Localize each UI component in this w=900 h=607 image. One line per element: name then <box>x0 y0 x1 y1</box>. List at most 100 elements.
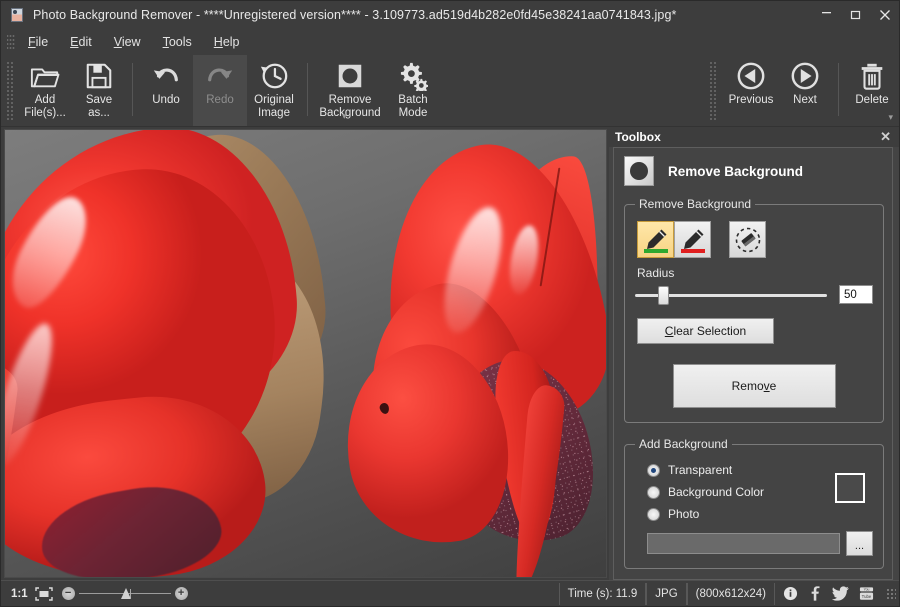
menu-item-file[interactable]: File <box>17 32 59 52</box>
window-controls <box>812 1 899 29</box>
radius-control-row: 50 <box>635 285 873 304</box>
previous-arrow-icon <box>736 61 766 91</box>
youtube-icon[interactable]: You Tube <box>859 586 874 601</box>
menu-item-tools[interactable]: Tools <box>152 32 203 52</box>
option-transparent-label: Transparent <box>668 463 732 477</box>
menu-tools-rest: ools <box>169 35 192 49</box>
twitter-icon[interactable] <box>832 586 849 601</box>
info-icon[interactable] <box>783 586 798 601</box>
radio-background-color-icon[interactable] <box>647 486 660 499</box>
option-photo[interactable]: Photo <box>635 503 873 525</box>
minimize-icon <box>821 6 832 17</box>
photo-path-input[interactable] <box>647 533 840 554</box>
radius-label: Radius <box>637 266 873 280</box>
delete-label: Delete <box>855 94 888 107</box>
menu-grip-handle[interactable] <box>7 33 15 51</box>
eraser-tool-button[interactable] <box>729 221 766 258</box>
remove-marker-tool-button[interactable] <box>674 221 711 258</box>
menu-item-view[interactable]: View <box>103 32 152 52</box>
open-folder-icon <box>30 61 60 91</box>
undo-arrow-icon <box>151 61 181 91</box>
resize-grip[interactable] <box>886 588 896 600</box>
toolbox-header: Remove Background <box>624 156 884 197</box>
toolbox-body: Remove Background Remove Background <box>613 147 893 580</box>
previous-label: Previous <box>729 94 774 107</box>
batch-mode-label: Batch Mode <box>398 94 427 119</box>
photo-path-row: ... <box>635 525 873 556</box>
app-icon <box>9 7 25 23</box>
background-color-swatch[interactable] <box>835 473 865 503</box>
previous-button[interactable]: Previous <box>724 55 778 126</box>
toolbar-separator-2 <box>307 63 308 116</box>
menu-bar: File Edit View Tools Help <box>1 29 899 55</box>
trash-icon <box>857 61 887 91</box>
marker-tools-row <box>635 219 873 264</box>
toolbar-right-grip-handle[interactable] <box>709 61 718 120</box>
remove-background-group: Remove Background <box>624 197 884 423</box>
add-files-button[interactable]: Add File(s)... <box>18 55 72 126</box>
save-as-button[interactable]: Save as... <box>72 55 126 126</box>
toolbar-separator-1 <box>132 63 133 116</box>
eraser-icon <box>733 225 763 255</box>
menu-item-edit[interactable]: Edit <box>59 32 103 52</box>
toolbar-overflow-left[interactable]: ▾ <box>342 111 347 122</box>
zoom-controls: 1:1 − + <box>5 587 194 601</box>
status-time: Time (s): 11.9 <box>559 583 647 605</box>
menu-edit-rest: dit <box>79 35 92 49</box>
original-image-button[interactable]: Original Image <box>247 55 301 126</box>
main-area: Toolbox ✕ Remove Background Remove Backg… <box>1 127 899 580</box>
remove-button[interactable]: Remove <box>673 364 836 408</box>
option-background-color-label: Background Color <box>668 485 764 499</box>
shoe-right-graphic <box>275 145 607 578</box>
toolbar-overflow-right[interactable]: ▾ <box>888 112 893 123</box>
next-button[interactable]: Next <box>778 55 832 126</box>
application-window: Photo Background Remover - ****Unregiste… <box>0 0 900 607</box>
clear-selection-label: Clear Selection <box>665 324 746 338</box>
minimize-button[interactable] <box>812 2 841 28</box>
toolbox-close-icon[interactable]: ✕ <box>878 129 893 145</box>
batch-mode-button[interactable]: Batch Mode <box>386 55 440 126</box>
redo-button[interactable]: Redo <box>193 55 247 126</box>
zoom-out-button[interactable]: − <box>62 587 75 600</box>
radius-value-input[interactable]: 50 <box>839 285 873 304</box>
maximize-button[interactable] <box>841 2 870 28</box>
title-bar: Photo Background Remover - ****Unregiste… <box>1 1 899 29</box>
fit-to-window-icon[interactable] <box>35 587 53 601</box>
undo-button[interactable]: Undo <box>139 55 193 126</box>
toolbox-header-title: Remove Background <box>668 164 803 179</box>
redo-arrow-icon <box>205 61 235 91</box>
svg-text:Tube: Tube <box>862 594 872 599</box>
toolbar-separator-3 <box>838 63 839 116</box>
remove-background-button[interactable]: Remove Background <box>314 55 386 126</box>
toolbar-grip-handle[interactable] <box>6 61 15 120</box>
radius-slider[interactable] <box>635 286 827 304</box>
original-image-label: Original Image <box>254 94 294 119</box>
keep-marker-tool-button[interactable] <box>637 221 674 258</box>
radio-transparent-icon[interactable] <box>647 464 660 477</box>
toolbar-right-group: Previous Next Delete <box>707 55 899 126</box>
image-canvas-container[interactable] <box>4 129 607 578</box>
filled-circle-icon <box>624 156 654 186</box>
radio-photo-icon[interactable] <box>647 508 660 521</box>
add-files-label: Add File(s)... <box>24 94 66 119</box>
social-links: You Tube <box>775 586 882 601</box>
zoom-slider-thumb[interactable] <box>121 588 131 599</box>
add-background-group: Add Background Transparent Background Co… <box>624 437 884 569</box>
radius-slider-thumb[interactable] <box>658 286 669 305</box>
zoom-slider[interactable] <box>79 587 171 600</box>
image-canvas[interactable] <box>5 130 606 577</box>
option-photo-label: Photo <box>668 507 699 521</box>
photo-browse-button[interactable]: ... <box>846 531 873 556</box>
toolbox-title: Toolbox <box>615 130 661 144</box>
clear-selection-button[interactable]: Clear Selection <box>637 318 774 344</box>
clock-history-icon <box>259 61 289 91</box>
menu-item-help[interactable]: Help <box>203 32 251 52</box>
menu-help-rest: elp <box>223 35 240 49</box>
zoom-in-button[interactable]: + <box>175 587 188 600</box>
facebook-icon[interactable] <box>808 586 822 601</box>
zoom-ratio-label[interactable]: 1:1 <box>11 588 28 600</box>
close-button[interactable] <box>870 2 899 28</box>
main-toolbar: Add File(s)... Save as... Undo Redo <box>1 55 899 127</box>
menu-file-rest: ile <box>36 35 49 49</box>
svg-text:You: You <box>864 588 870 592</box>
